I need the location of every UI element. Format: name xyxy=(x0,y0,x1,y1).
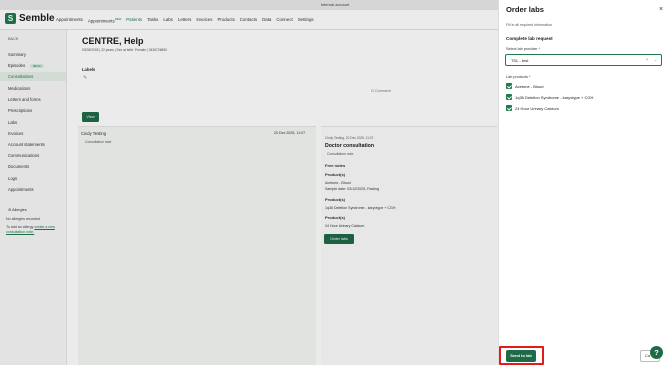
product-checkbox-urinary-calcium[interactable] xyxy=(506,105,512,111)
lab-products-label: Lab products * xyxy=(506,75,531,79)
product-label-acetone: Acetone - Blood xyxy=(515,84,544,89)
product-checkbox-acetone[interactable] xyxy=(506,83,512,89)
product-label-1q36: 1q36 Deletion Syndrome - karyotype + CGH xyxy=(515,95,594,100)
drawer-title: Order labs xyxy=(506,5,544,14)
help-icon[interactable]: ? xyxy=(650,346,663,359)
product-label-urinary-calcium: 24 Hour Urinary Calcium xyxy=(515,106,559,111)
modal-overlay[interactable] xyxy=(0,0,498,365)
lab-request-heading: Complete lab request xyxy=(506,36,553,41)
product-checkbox-1q36[interactable] xyxy=(506,94,512,100)
clear-icon[interactable]: × xyxy=(646,57,648,62)
chevron-down-icon[interactable]: ⌄ xyxy=(654,57,657,62)
send-button-highlight xyxy=(499,346,544,365)
drawer-subtitle: Fill in all required information xyxy=(506,23,552,27)
lab-provider-label: Select lab provider * xyxy=(506,47,540,51)
lab-provider-select[interactable] xyxy=(505,54,662,66)
close-icon[interactable]: × xyxy=(659,6,663,13)
lab-provider-value: TDL - test xyxy=(511,58,529,63)
